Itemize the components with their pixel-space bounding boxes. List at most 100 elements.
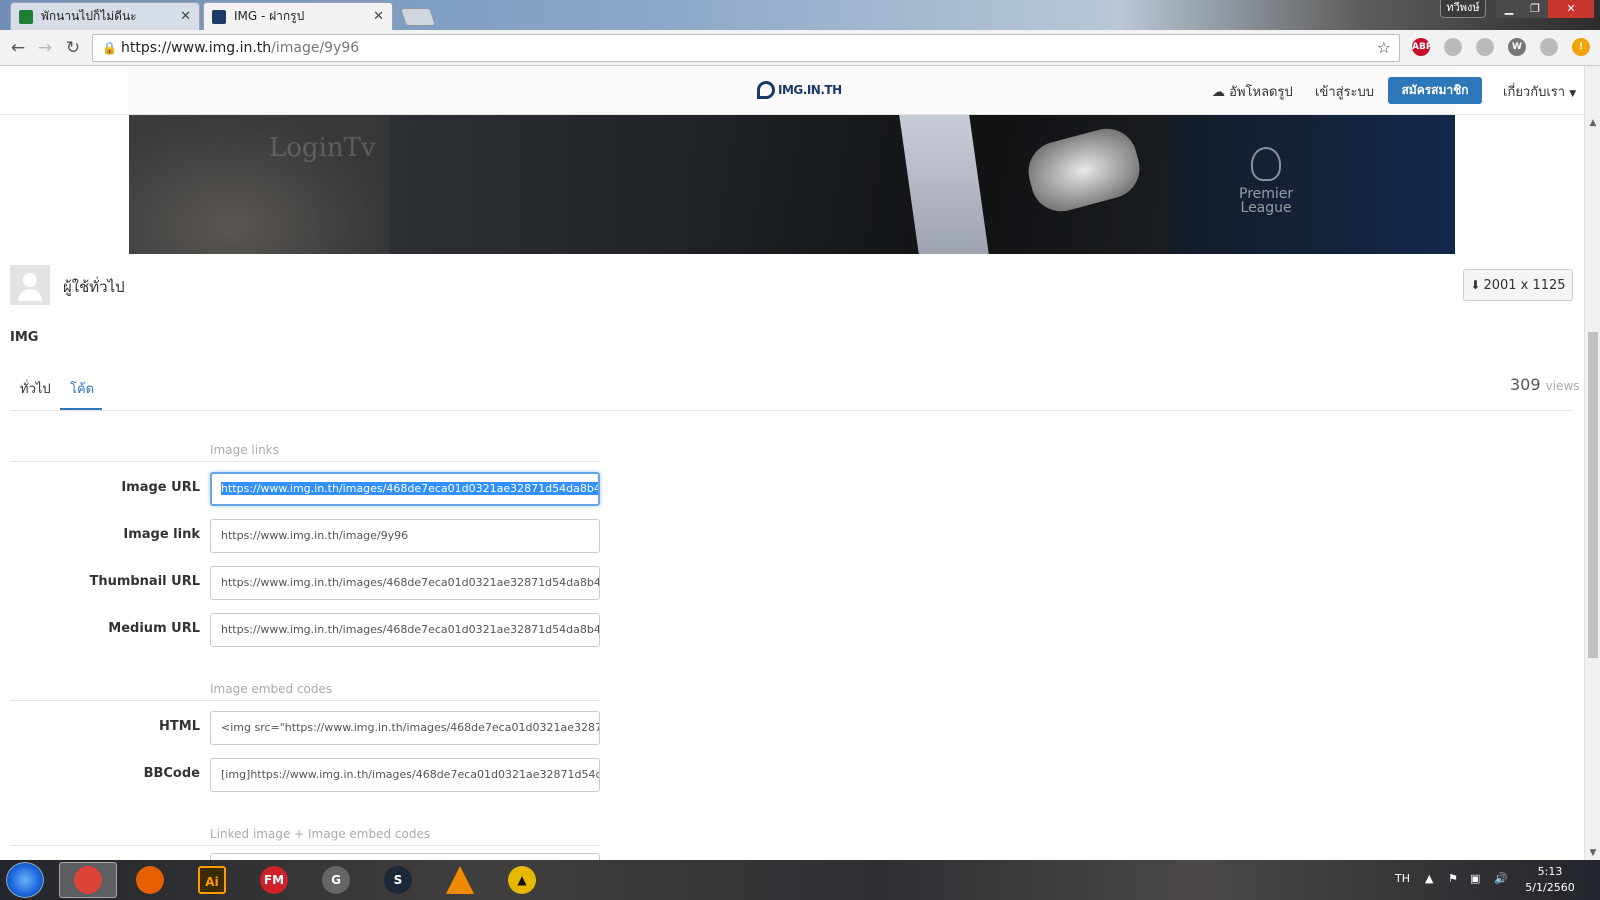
address-bar[interactable]: 🔒 https://www.img.in.th/image/9y96 ☆ <box>92 34 1400 62</box>
browser-tab-2[interactable]: IMG - ฝากรูป ✕ <box>203 2 393 30</box>
chrome-taskbar-icon[interactable] <box>59 862 117 898</box>
logo-text: IMG.IN.TH <box>778 83 842 97</box>
browser-tab-1[interactable]: พักนานไปก็ไม่ดีนะ ✕ <box>10 2 200 30</box>
medium-url-field[interactable]: https://www.img.in.th/images/468de7eca01… <box>210 613 600 647</box>
img-favicon-icon <box>212 9 226 24</box>
scroll-down-arrow-icon[interactable]: ▼ <box>1585 848 1600 858</box>
system-clock[interactable]: 5:13 5/1/2560 <box>1520 864 1580 896</box>
page-scrollbar[interactable]: ▲ ▼ <box>1584 66 1600 860</box>
steam-taskbar-icon[interactable]: S <box>369 862 427 898</box>
lock-icon: 🔒 <box>102 41 117 55</box>
download-button[interactable]: ⬇ 2001 x 1125 <box>1463 269 1573 301</box>
profile-badge[interactable]: ทวีพงษ์ <box>1440 0 1486 18</box>
league-line-1: Premier <box>1239 186 1294 202</box>
bookmark-star-icon[interactable]: ☆ <box>1377 35 1391 61</box>
alert-icon[interactable]: ! <box>1572 38 1590 56</box>
download-icon[interactable] <box>1444 38 1462 56</box>
show-hidden-icons-icon[interactable]: ▲ <box>1425 872 1433 885</box>
adblock-plus-icon[interactable]: ABP <box>1412 38 1432 56</box>
download-icon: ⬇ <box>1470 278 1481 292</box>
scroll-up-arrow-icon[interactable]: ▲ <box>1585 118 1600 128</box>
site-logo[interactable]: IMG.IN.TH <box>757 80 842 100</box>
image-preview[interactable]: LoginTv Premier League <box>129 115 1455 254</box>
image-url-value: https://www.img.in.th/images/468de7eca01… <box>221 482 598 495</box>
caret-down-icon: ▼ <box>1569 89 1577 99</box>
language-indicator[interactable]: TH <box>1395 872 1410 885</box>
bbcode-label: BBCode <box>143 766 200 781</box>
illustrator-glyph: Ai <box>198 866 226 894</box>
browser-tab-strip: พักนานไปก็ไม่ดีนะ ✕ IMG - ฝากรูป ✕ ทวีพง… <box>0 0 1600 30</box>
section-image-links: Image links <box>210 443 279 457</box>
upload-link-label: อัพโหลดรูป <box>1229 85 1293 100</box>
image-title: IMG <box>10 330 39 345</box>
site-navbar: IMG.IN.TH ☁ อัพโหลดรูป เข้าสู่ระบบ สมัคร… <box>0 66 1584 115</box>
image-dimensions: 2001 x 1125 <box>1483 278 1566 293</box>
browser-tab-title: พักนานไปก็ไม่ดีนะ <box>41 9 137 23</box>
lion-crest-icon <box>1251 147 1282 181</box>
thumbnail-url-field[interactable]: https://www.img.in.th/images/468de7eca01… <box>210 566 600 600</box>
cloud-upload-icon: ☁ <box>1212 85 1225 100</box>
forward-icon[interactable]: → <box>35 38 55 58</box>
reload-icon[interactable]: ↻ <box>63 38 83 58</box>
football-manager-taskbar-icon[interactable]: FM <box>245 862 303 898</box>
thumbnail-url-label: Thumbnail URL <box>89 574 200 589</box>
extension-icon[interactable] <box>1476 38 1494 56</box>
avatar-head <box>23 273 37 287</box>
image-url-field[interactable]: https://www.img.in.th/images/468de7eca01… <box>210 472 600 506</box>
league-line-2: League <box>1240 200 1292 216</box>
view-count: 309 views <box>1510 375 1580 394</box>
upload-link[interactable]: ☁ อัพโหลดรูป <box>1212 81 1293 102</box>
linked-code-field[interactable] <box>210 853 600 860</box>
action-center-icon[interactable]: ⚑ <box>1448 872 1458 885</box>
html-code-field[interactable]: <img src="https://www.img.in.th/images/4… <box>210 711 600 745</box>
section-embed-codes: Image embed codes <box>210 682 333 696</box>
logo-mark-icon <box>757 81 775 99</box>
login-link[interactable]: เข้าสู่ระบบ <box>1315 81 1374 102</box>
app-taskbar-icon[interactable]: ▲ <box>493 862 551 898</box>
restore-icon[interactable]: ❐ <box>1522 0 1548 18</box>
shield-icon[interactable] <box>1540 38 1558 56</box>
close-window-icon[interactable]: ✕ <box>1548 0 1594 18</box>
illustrator-taskbar-icon[interactable]: Ai <box>183 862 241 898</box>
garena-glyph: G <box>322 866 350 894</box>
tabs-divider <box>10 410 1573 411</box>
minimize-icon[interactable]: ▁ <box>1496 0 1522 18</box>
html-label: HTML <box>159 719 200 734</box>
garena-taskbar-icon[interactable]: G <box>307 862 365 898</box>
wordpress-icon[interactable]: W <box>1508 38 1526 56</box>
uploader-name[interactable]: ผู้ใช้ทั่วไป <box>63 275 125 299</box>
football-manager-glyph: FM <box>260 866 288 894</box>
browser-toolbar: ← → ↻ 🔒 https://www.img.in.th/image/9y96… <box>0 30 1600 66</box>
url-host: https://www.img.in.th <box>121 40 272 56</box>
start-button[interactable] <box>6 862 44 898</box>
scrollbar-thumb[interactable] <box>1588 332 1598 658</box>
close-icon[interactable]: ✕ <box>373 9 384 24</box>
views-label: views <box>1545 379 1580 393</box>
app-glyph: ▲ <box>508 866 536 894</box>
windows-taskbar: Ai FM G S ▲ TH ▲ ⚑ ▣ 🔊 5:13 5/1/2560 <box>0 860 1600 900</box>
navbar-left-area <box>0 66 128 114</box>
medium-url-label: Medium URL <box>108 621 200 636</box>
signup-button[interactable]: สมัครสมาชิก <box>1388 77 1482 104</box>
tab-code[interactable]: โค้ด <box>70 378 94 399</box>
sheet-favicon-icon <box>19 9 33 24</box>
tab-general[interactable]: ทั่วไป <box>20 378 51 399</box>
new-tab-button[interactable] <box>400 8 436 26</box>
close-icon[interactable]: ✕ <box>180 9 191 24</box>
image-link-label: Image link <box>123 527 200 542</box>
url-path: /image/9y96 <box>271 40 360 56</box>
bbcode-field[interactable]: [img]https://www.img.in.th/images/468de7… <box>210 758 600 792</box>
section-divider <box>10 461 600 462</box>
firefox-taskbar-icon[interactable] <box>121 862 179 898</box>
about-dropdown[interactable]: เกี่ยวกับเรา ▼ <box>1503 81 1576 102</box>
back-icon[interactable]: ← <box>8 38 28 58</box>
section-linked-codes: Linked image + Image embed codes <box>210 827 431 841</box>
window-controls: ▁ ❐ ✕ <box>1496 0 1594 18</box>
avatar[interactable] <box>10 265 50 305</box>
vlc-taskbar-icon[interactable] <box>431 862 489 898</box>
about-label: เกี่ยวกับเรา <box>1503 85 1566 100</box>
network-icon[interactable]: ▣ <box>1470 872 1480 885</box>
volume-icon[interactable]: 🔊 <box>1494 872 1508 885</box>
image-link-field[interactable]: https://www.img.in.th/image/9y96 <box>210 519 600 553</box>
image-url-label: Image URL <box>121 480 200 495</box>
